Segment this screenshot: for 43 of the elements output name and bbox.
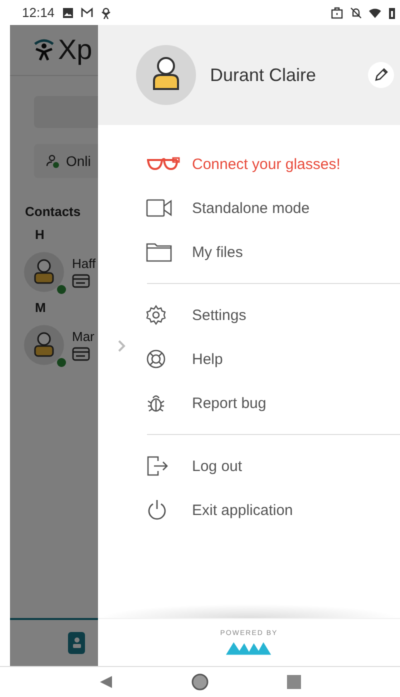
menu-item[interactable]: Report bug <box>98 381 266 425</box>
card-icon <box>72 274 90 288</box>
bell-off-icon <box>350 6 362 18</box>
home-icon[interactable] <box>191 673 209 691</box>
status-time: 12:14 <box>22 5 55 20</box>
group-letter: M <box>35 300 46 315</box>
menu-item[interactable]: Settings <box>98 293 246 337</box>
user-name: Durant Claire <box>210 64 316 86</box>
wifi-icon <box>369 6 381 18</box>
pencil-icon <box>373 67 389 83</box>
menu-item[interactable]: Log out <box>98 444 242 488</box>
contact-avatar <box>24 252 64 292</box>
folder-icon <box>146 242 172 262</box>
gear-icon <box>146 305 166 325</box>
mail-icon <box>80 6 93 18</box>
menu-item[interactable]: Help <box>98 337 223 381</box>
section-title: Contacts <box>25 204 81 219</box>
menu-item[interactable]: Exit application <box>98 488 293 532</box>
video-camera-icon <box>146 199 172 217</box>
contact-avatar <box>24 325 64 365</box>
contact-name: Haff <box>72 256 96 271</box>
contact-name: Mar <box>72 329 94 344</box>
user-status-icon <box>46 154 60 168</box>
group-letter: H <box>35 227 44 242</box>
logo-icon <box>32 38 56 62</box>
briefcase-icon <box>331 6 343 18</box>
card-icon <box>72 347 90 361</box>
contacts-book-icon[interactable] <box>66 631 86 655</box>
logout-icon <box>146 455 168 477</box>
bug-icon <box>146 393 166 413</box>
edit-button[interactable] <box>368 62 394 88</box>
menu-item[interactable]: My files <box>98 230 243 274</box>
glasses-icon <box>146 157 180 171</box>
menu-item[interactable]: Connect your glasses! <box>98 142 340 186</box>
lifebuoy-icon <box>146 349 166 369</box>
back-icon[interactable] <box>99 675 113 689</box>
image-icon <box>62 6 74 18</box>
logo-text: Xp <box>58 34 92 66</box>
figure-icon <box>100 6 112 18</box>
brand-logo-icon <box>225 640 273 656</box>
power-icon <box>146 499 168 521</box>
menu-item[interactable]: Standalone mode <box>98 186 310 230</box>
battery-icon <box>388 6 396 18</box>
